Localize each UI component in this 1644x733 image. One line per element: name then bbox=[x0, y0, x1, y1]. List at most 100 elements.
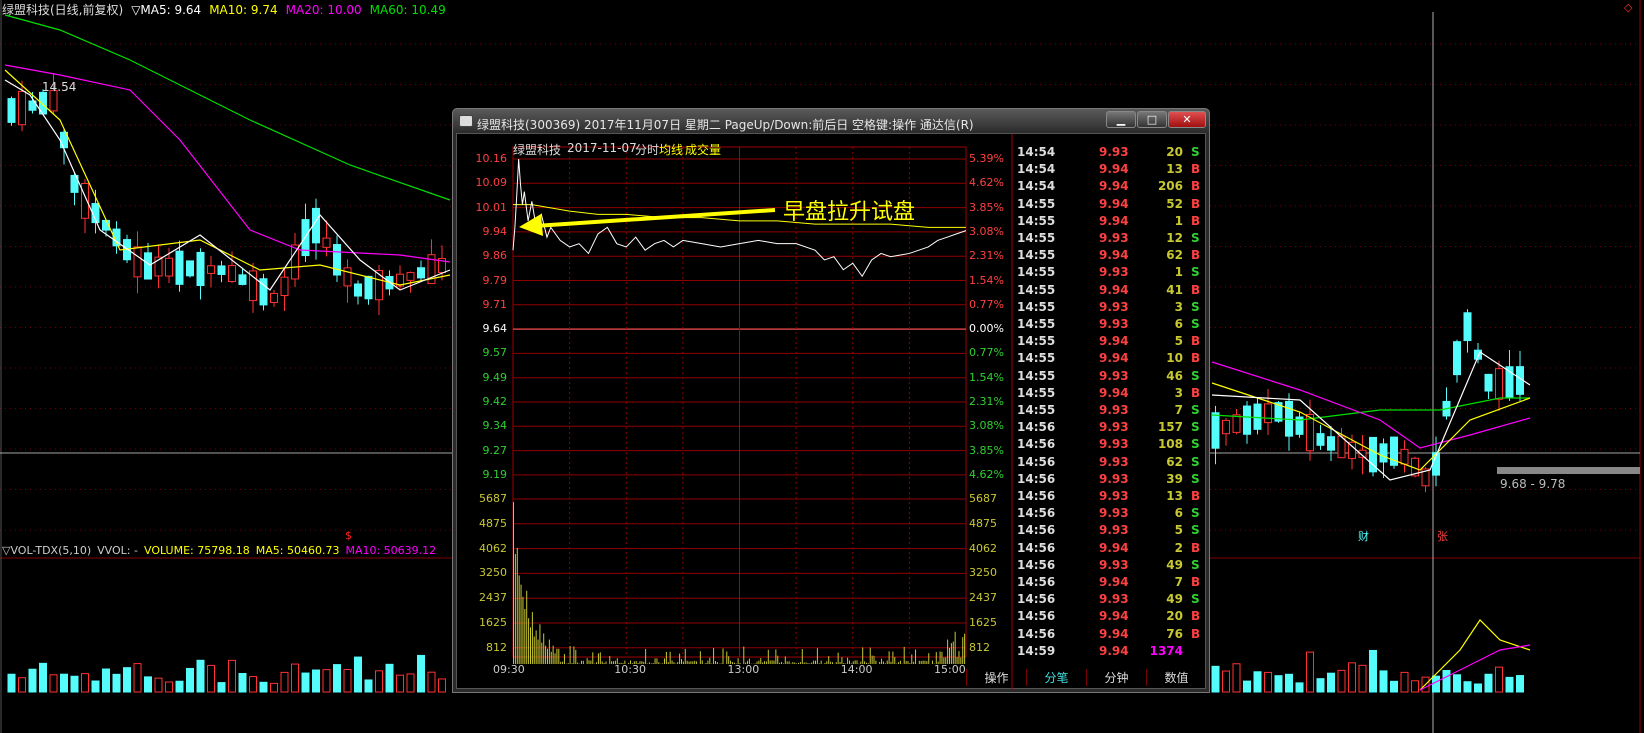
close-button[interactable]: ✕ bbox=[1168, 111, 1206, 128]
tick-price: 9.93 bbox=[1099, 557, 1129, 572]
tick-row: 14:54 9.94 13 B bbox=[1015, 162, 1205, 179]
tick-time: 14:56 bbox=[1017, 592, 1056, 607]
tick-volume: 1 bbox=[1174, 265, 1183, 280]
candle-up bbox=[1232, 414, 1241, 433]
volume-label[interactable]: 成交量 bbox=[685, 141, 721, 158]
tick-row: 14:56 9.93 49 S bbox=[1015, 592, 1205, 609]
tick-time: 14:56 bbox=[1017, 420, 1056, 435]
pct-tick: 1.54% bbox=[969, 370, 1004, 384]
tick-time: 14:56 bbox=[1017, 454, 1056, 469]
candle-down bbox=[1316, 433, 1325, 446]
tick-price: 9.93 bbox=[1099, 317, 1129, 331]
candle-down bbox=[196, 251, 205, 287]
popup-content: 绿盟科技 2017-11-07 分时 均线 成交量 早盘拉升试盘 10.16 5.… bbox=[456, 133, 1206, 690]
tick-row: 14:55 9.93 12 S bbox=[1015, 231, 1205, 248]
volume-bar bbox=[396, 674, 404, 693]
diamond-icon[interactable]: ◇ bbox=[1624, 1, 1632, 14]
vol-indicator-name[interactable]: ▽VOL-TDX(5,10) bbox=[2, 544, 91, 557]
tick-row: 14:56 9.93 108 S bbox=[1015, 437, 1205, 454]
tick-side: S bbox=[1191, 403, 1200, 417]
volume-tick-right: 1625 bbox=[969, 616, 997, 629]
tick-volume: 6 bbox=[1174, 317, 1183, 331]
volume-bar bbox=[1505, 676, 1514, 693]
tick-time: 14:55 bbox=[1017, 213, 1056, 228]
pct-tick: 0.00% bbox=[969, 322, 1004, 336]
tick-volume: 13 bbox=[1166, 489, 1183, 503]
tick-volume: 41 bbox=[1166, 282, 1183, 297]
minimize-button[interactable]: ▁ bbox=[1106, 111, 1136, 128]
candle-down bbox=[1253, 403, 1262, 430]
tab-operate[interactable]: 操作 bbox=[966, 669, 1026, 686]
volume-bar bbox=[1411, 680, 1419, 693]
volume-bar bbox=[1222, 670, 1230, 693]
pct-tick: 1.54% bbox=[969, 273, 1004, 287]
tick-time: 14:55 bbox=[1017, 282, 1056, 297]
tick-time: 14:55 bbox=[1017, 196, 1056, 211]
tick-row: 14:55 9.94 52 B bbox=[1015, 197, 1205, 214]
volume-bar bbox=[28, 668, 37, 693]
volume-bar bbox=[81, 673, 89, 693]
volume-tick-right: 2437 bbox=[969, 591, 997, 605]
volume-bar bbox=[165, 681, 173, 693]
volume-bar bbox=[385, 663, 394, 693]
event-marker-cai[interactable]: 财 bbox=[1358, 528, 1369, 544]
maximize-button[interactable]: □ bbox=[1137, 111, 1167, 128]
tick-time: 14:56 bbox=[1017, 506, 1056, 521]
candle-down bbox=[417, 267, 425, 279]
tick-price: 9.93 bbox=[1099, 145, 1129, 159]
event-marker-zhang[interactable]: 张 bbox=[1437, 528, 1448, 544]
tick-price: 9.94 bbox=[1099, 626, 1129, 641]
volume-bar bbox=[438, 678, 446, 693]
tick-time: 14:56 bbox=[1017, 489, 1056, 503]
tick-side: B bbox=[1191, 334, 1201, 349]
tab-minutes[interactable]: 分钟 bbox=[1086, 669, 1146, 686]
tick-volume: 2 bbox=[1174, 540, 1183, 555]
tick-volume: 62 bbox=[1166, 454, 1183, 469]
pct-tick: 4.62% bbox=[969, 467, 1004, 481]
candle-down bbox=[186, 260, 194, 277]
ma5-label[interactable]: ▽MA5: 9.64 bbox=[131, 3, 201, 17]
tick-price: 9.93 bbox=[1099, 231, 1129, 245]
volume-bar bbox=[102, 668, 110, 693]
volume-tick: 3250 bbox=[479, 566, 507, 580]
tick-price: 9.93 bbox=[1099, 299, 1129, 314]
volume-bar bbox=[1316, 678, 1325, 693]
range-bar bbox=[1497, 467, 1640, 474]
volume-header: ▽VOL-TDX(5,10) VVOL: - VOLUME: 75798.18 MA5… bbox=[2, 544, 442, 557]
candle-up bbox=[270, 292, 278, 303]
candle-down bbox=[1453, 341, 1461, 376]
candle-up bbox=[18, 90, 26, 126]
volume-bar bbox=[91, 680, 100, 693]
tick-time: 14:56 bbox=[1017, 437, 1056, 452]
ma60-label: MA60: 10.49 bbox=[369, 3, 446, 17]
tick-side: S bbox=[1191, 368, 1200, 383]
tick-price: 9.94 bbox=[1099, 179, 1129, 194]
tick-side: B bbox=[1191, 351, 1201, 366]
tick-time: 14:55 bbox=[1017, 299, 1056, 314]
volume-bar bbox=[144, 676, 152, 693]
time-tick: 15:00 bbox=[934, 663, 966, 676]
volume-bar bbox=[1348, 662, 1356, 693]
intraday-popup-window[interactable]: 绿盟科技(300369) 2017年11月07日 星期二 PageUp/Down… bbox=[452, 108, 1210, 693]
tick-row: 14:56 9.93 13 B bbox=[1015, 489, 1205, 506]
volume-bar bbox=[1463, 681, 1472, 693]
tick-volume: 46 bbox=[1166, 368, 1183, 383]
volume-value: VOLUME: 75798.18 bbox=[143, 544, 250, 557]
arrow-head-icon bbox=[519, 214, 543, 236]
volume-bar bbox=[1358, 664, 1367, 693]
tick-price: 9.94 bbox=[1099, 162, 1129, 177]
tick-volume: 20 bbox=[1166, 145, 1183, 159]
tick-time: 14:56 bbox=[1017, 523, 1056, 538]
avg-line-label[interactable]: 均线 bbox=[659, 141, 683, 158]
tick-volume: 3 bbox=[1174, 299, 1183, 314]
tab-values[interactable]: 数值 bbox=[1146, 669, 1206, 686]
tab-ticks[interactable]: 分笔 bbox=[1026, 669, 1086, 686]
vvol-label: VVOL: - bbox=[97, 544, 138, 557]
tick-row: 14:56 9.93 49 S bbox=[1015, 558, 1205, 575]
tick-price: 9.93 bbox=[1099, 506, 1129, 521]
volume-bar bbox=[207, 664, 215, 693]
event-marker-s[interactable]: $ bbox=[345, 529, 352, 542]
candle-down bbox=[1379, 443, 1388, 463]
pct-tick: 4.62% bbox=[969, 176, 1004, 190]
price-tick: 9.71 bbox=[482, 297, 508, 311]
